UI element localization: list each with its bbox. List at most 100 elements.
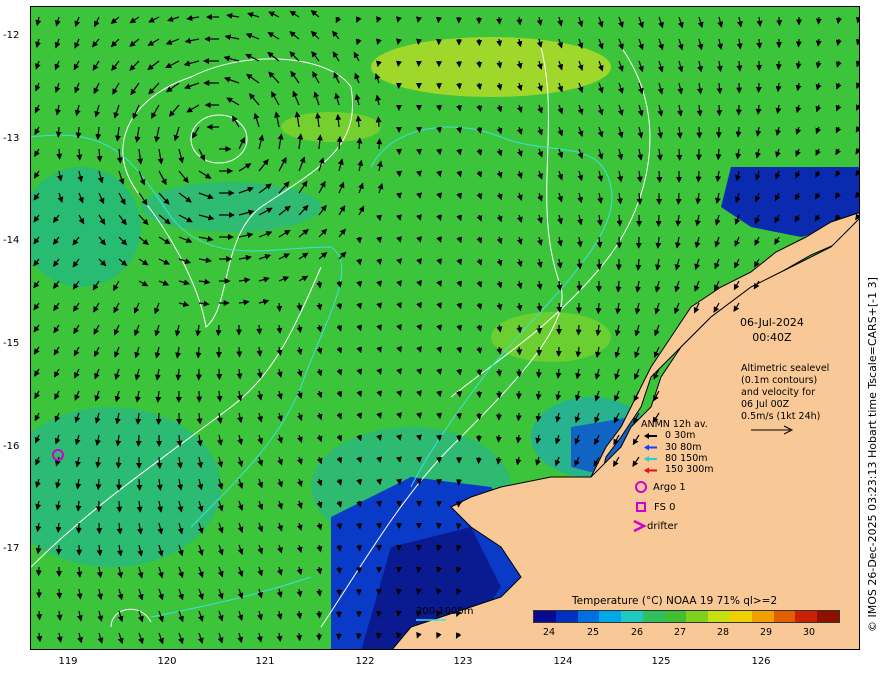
velocity-arrow xyxy=(135,434,142,447)
velocity-arrow xyxy=(675,192,682,205)
velocity-arrow xyxy=(215,324,222,337)
copyright-text: © IMOS 26-Dec-2025 03:23:13 Hobart time … xyxy=(866,277,879,632)
velocity-arrow xyxy=(256,324,263,335)
fs-square-icon xyxy=(636,502,646,512)
warm-patch xyxy=(491,312,611,362)
colorbar-swatch xyxy=(773,611,796,622)
lon-tick: 122 xyxy=(355,656,375,667)
altimetry-line: 06 Jul 00Z xyxy=(741,399,790,410)
argo-circle-icon xyxy=(635,481,647,493)
velocity-arrow xyxy=(436,104,443,112)
altimetry-line: (0.1m contours) xyxy=(741,375,818,386)
colorbar-swatch xyxy=(534,611,556,622)
marker-label: Argo 1 xyxy=(653,482,686,493)
velocity-arrow xyxy=(695,170,702,183)
velocity-arrow xyxy=(396,170,402,177)
velocity-arrow xyxy=(376,522,383,530)
lon-tick: 120 xyxy=(157,656,177,667)
velocity-arrow xyxy=(396,60,402,67)
legend-arrowhead-icon xyxy=(644,433,649,439)
velocity-arrow xyxy=(416,126,422,133)
velocity-arrow xyxy=(456,412,463,420)
velocity-arrow xyxy=(115,456,122,469)
velocity-arrow xyxy=(495,434,502,443)
timestamp: 06-Jul-2024 00:40Z xyxy=(740,315,804,345)
colorbar-tick: 27 xyxy=(673,627,687,638)
velocity-arrow xyxy=(116,500,123,513)
velocity-arrow xyxy=(576,280,583,292)
velocity-arrow xyxy=(815,16,822,25)
legend-item: 80 150m xyxy=(665,453,708,464)
velocity-arrow xyxy=(476,390,483,399)
lon-tick: 119 xyxy=(58,656,78,667)
velocity-arrow xyxy=(55,126,62,138)
lat-tick: -13 xyxy=(3,133,20,144)
bathymetry-swatch xyxy=(416,619,446,621)
altimetry-line: Altimetric sealevel xyxy=(741,363,830,374)
colorbar-swatch xyxy=(599,611,622,622)
velocity-arrow xyxy=(356,544,363,552)
velocity-arrow xyxy=(416,148,422,155)
velocity-arrow xyxy=(96,522,103,535)
velocity-arrow xyxy=(376,138,383,150)
velocity-arrow xyxy=(336,588,343,596)
velocity-arrow xyxy=(155,412,162,425)
lat-tick: -12 xyxy=(3,30,20,41)
colorbar-swatch xyxy=(642,611,665,622)
velocity-arrow xyxy=(435,16,442,24)
current-legend-icons xyxy=(644,433,657,474)
argo-float-marker[interactable] xyxy=(50,447,66,463)
colorbar-tick: 26 xyxy=(630,627,644,638)
colorbar-swatch xyxy=(751,611,774,622)
lon-tick: 123 xyxy=(453,656,473,667)
velocity-arrow xyxy=(396,478,402,485)
time-label: 00:40Z xyxy=(752,331,792,344)
colorbar-swatch xyxy=(795,611,818,622)
lat-tick: -15 xyxy=(3,338,20,349)
velocity-arrow xyxy=(535,390,542,401)
altimetry-line: 0.5m/s (1kt 24h) xyxy=(741,411,821,422)
velocity-arrow xyxy=(336,566,343,574)
lon-tick: 126 xyxy=(751,656,771,667)
altimetry-description: Altimetric sealevel (0.1m contours) and … xyxy=(741,363,829,423)
marker-label: drifter xyxy=(647,521,678,532)
velocity-arrow xyxy=(515,412,522,422)
lat-tick: -14 xyxy=(3,235,20,246)
velocity-arrow xyxy=(416,566,422,573)
legend-item: 30 80m xyxy=(665,442,702,453)
velocity-arrow xyxy=(676,148,683,161)
warm-patch xyxy=(371,37,611,97)
scale-arrow-icon xyxy=(751,425,794,435)
velocity-arrow xyxy=(716,104,723,117)
velocity-arrow xyxy=(416,456,422,463)
velocity-arrow xyxy=(396,588,402,595)
velocity-arrow xyxy=(596,258,603,271)
velocity-arrow xyxy=(756,38,763,49)
velocity-arrow xyxy=(316,610,323,619)
lat-tick: -16 xyxy=(3,441,20,452)
velocity-arrow xyxy=(795,38,802,48)
velocity-arrow xyxy=(715,148,722,161)
velocity-arrow xyxy=(56,148,63,160)
velocity-arrow xyxy=(496,368,503,377)
colorbar-swatch xyxy=(664,611,687,622)
velocity-arrow xyxy=(656,170,663,183)
sst-map[interactable] xyxy=(30,6,860,650)
velocity-arrow xyxy=(476,38,483,47)
velocity-arrow xyxy=(375,610,382,618)
legend-arrowhead-icon xyxy=(644,444,649,451)
colorbar-swatch xyxy=(621,611,643,622)
velocity-arrow xyxy=(655,214,662,227)
date-label: 06-Jul-2024 xyxy=(740,316,804,329)
lon-tick: 124 xyxy=(553,656,573,667)
velocity-arrow xyxy=(416,38,422,45)
altimetry-line: and velocity for xyxy=(741,387,816,398)
velocity-arrow xyxy=(236,346,243,358)
colorbar-swatch xyxy=(577,611,600,622)
lon-tick: 125 xyxy=(651,656,671,667)
colorbar-tick: 30 xyxy=(802,627,816,638)
legend-arrowhead-icon xyxy=(644,456,649,462)
velocity-arrow xyxy=(216,368,223,381)
velocity-arrow xyxy=(356,137,363,150)
colorbar-swatch xyxy=(817,611,839,622)
